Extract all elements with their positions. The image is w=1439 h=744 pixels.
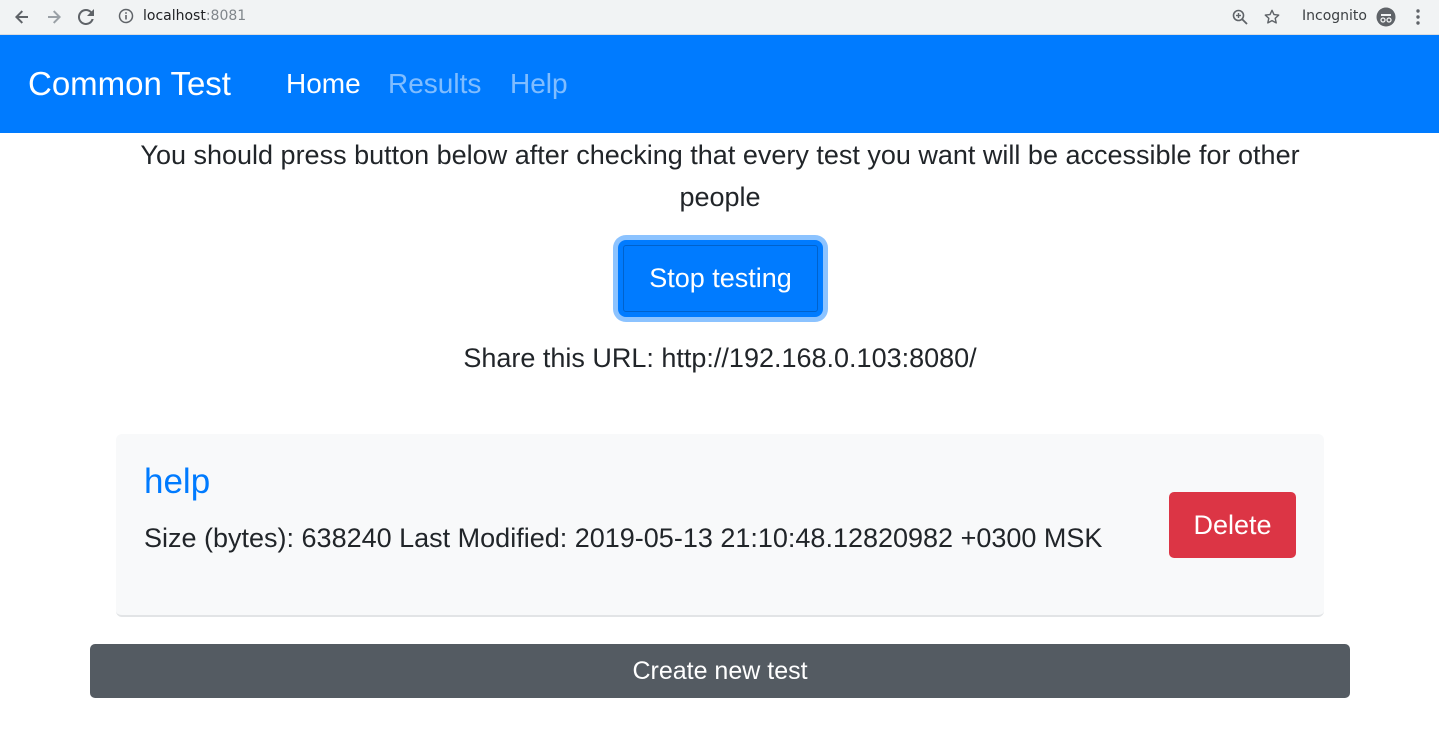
test-meta: Size (bytes): 638240 Last Modified: 2019… (144, 523, 1103, 553)
info-icon[interactable] (117, 7, 135, 25)
forward-arrow-icon[interactable] (41, 4, 67, 30)
browser-toolbar: localhost:8081 Incognito (0, 0, 1439, 35)
url-port: :8081 (205, 8, 247, 24)
zoom-icon[interactable] (1229, 6, 1251, 28)
incognito-icon[interactable] (1375, 6, 1397, 28)
create-new-test-button[interactable]: Create new test (90, 644, 1350, 698)
intro-text: You should press button below after chec… (140, 140, 1300, 212)
menu-dots-icon[interactable] (1407, 6, 1429, 28)
delete-button[interactable]: Delete (1169, 492, 1296, 558)
test-card: help Size (bytes): 638240 Last Modified:… (116, 434, 1324, 617)
reload-icon[interactable] (73, 4, 99, 30)
stop-testing-button[interactable]: Stop testing (618, 240, 823, 317)
back-arrow-icon[interactable] (9, 4, 35, 30)
nav-link-help[interactable]: Help (510, 66, 568, 102)
share-url-text: Share this URL: http://192.168.0.103:808… (463, 343, 977, 373)
star-icon[interactable] (1261, 6, 1283, 28)
nav-link-results[interactable]: Results (388, 66, 481, 102)
incognito-label: Incognito (1302, 8, 1367, 24)
url-host: localhost (143, 8, 206, 24)
address-bar[interactable]: localhost:8081 (143, 7, 246, 25)
navbar: Common Test Home Results Help (0, 35, 1439, 133)
test-name-link[interactable]: help (144, 460, 210, 504)
nav-link-home[interactable]: Home (286, 66, 361, 102)
navbar-brand[interactable]: Common Test (28, 64, 231, 104)
